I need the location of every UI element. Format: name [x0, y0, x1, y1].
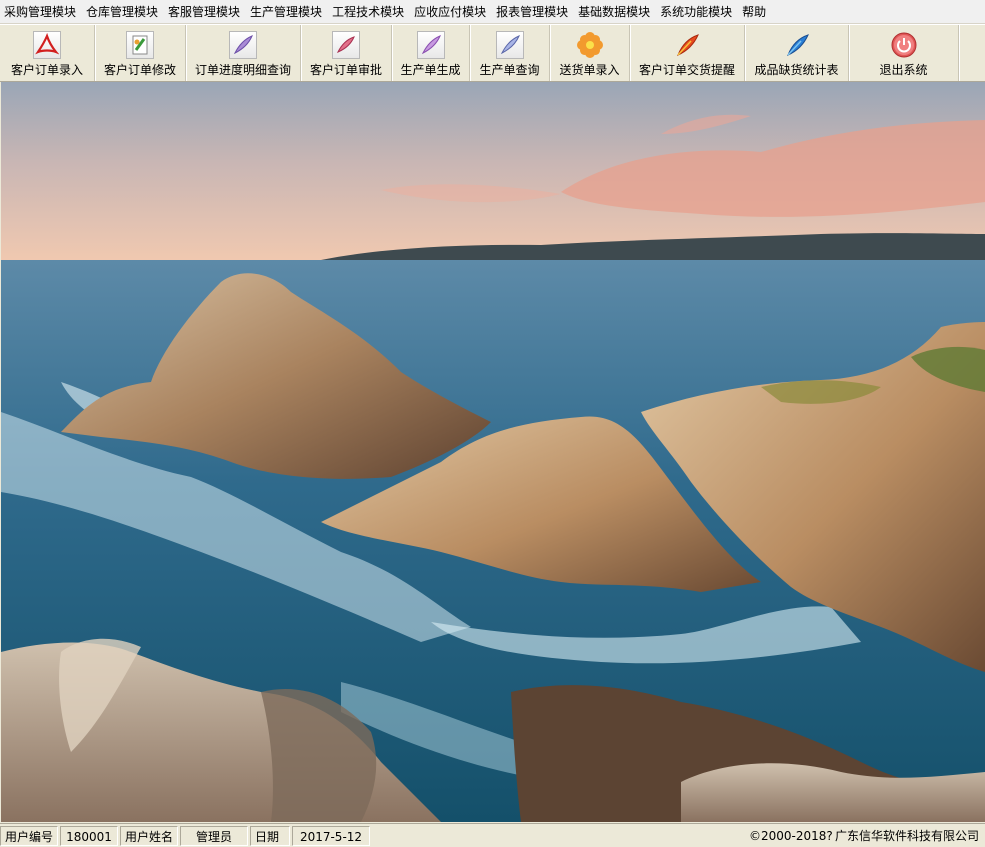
menu-customer-service[interactable]: 客服管理模块: [164, 0, 246, 24]
order-modify-label: 客户订单修改: [103, 62, 176, 77]
delivery-entry-label: 送货单录入: [559, 62, 620, 77]
order-entry-label: 客户订单录入: [10, 62, 83, 77]
status-bar: 用户编号 180001 用户姓名 管理员 日期 2017-5-12 ©2000-…: [0, 823, 985, 847]
production-order-create-button[interactable]: 生产单生成: [392, 25, 470, 81]
date-label: 日期: [250, 825, 290, 846]
toolbar: 客户订单录入 客户订单修改 订单进度明细查询 客户订单审批 生产单生成 生产单查…: [0, 24, 985, 82]
background-image: [1, 82, 985, 822]
exit-system-button[interactable]: 退出系统: [849, 25, 959, 81]
blue-feather-icon: [783, 31, 811, 59]
menu-help[interactable]: 帮助: [738, 0, 772, 24]
exit-system-label: 退出系统: [879, 62, 928, 77]
shortage-report-label: 成品缺货统计表: [754, 62, 839, 77]
menu-bar: 采购管理模块 仓库管理模块 客服管理模块 生产管理模块 工程技术模块 应收应付模…: [0, 0, 985, 24]
production-order-create-label: 生产单生成: [400, 62, 461, 77]
menu-production[interactable]: 生产管理模块: [246, 0, 328, 24]
menu-base-data[interactable]: 基础数据模块: [574, 0, 656, 24]
production-order-query-button[interactable]: 生产单查询: [470, 25, 550, 81]
feather-document-icon: [416, 30, 445, 59]
power-icon: [890, 31, 918, 59]
user-name-value: 管理员: [180, 825, 248, 846]
order-modify-button[interactable]: 客户订单修改: [95, 25, 186, 81]
document-edit-icon: [126, 30, 154, 59]
order-progress-query-label: 订单进度明细查询: [194, 62, 291, 77]
order-approve-label: 客户订单审批: [309, 62, 382, 77]
flower-icon: [576, 31, 604, 59]
copyright-text: ©2000-2018?: [749, 828, 833, 843]
menu-system[interactable]: 系统功能模块: [656, 0, 738, 24]
menu-purchase[interactable]: 采购管理模块: [0, 0, 82, 24]
delivery-reminder-button[interactable]: 客户订单交货提醒: [630, 25, 745, 81]
order-progress-query-button[interactable]: 订单进度明细查询: [186, 25, 301, 81]
feather-document-icon: [229, 30, 257, 59]
delivery-reminder-label: 客户订单交货提醒: [638, 62, 735, 77]
delivery-entry-button[interactable]: 送货单录入: [550, 25, 630, 81]
order-approve-button[interactable]: 客户订单审批: [301, 25, 392, 81]
order-entry-button[interactable]: 客户订单录入: [0, 25, 95, 81]
production-order-query-label: 生产单查询: [479, 62, 540, 77]
shortage-report-button[interactable]: 成品缺货统计表: [745, 25, 849, 81]
feather-icon: [673, 31, 701, 59]
menu-receivables-payables[interactable]: 应收应付模块: [410, 0, 492, 24]
menu-reports[interactable]: 报表管理模块: [492, 0, 574, 24]
approve-document-icon: [332, 30, 360, 59]
company-name: 广东信华软件科技有限公司: [835, 828, 980, 843]
menu-engineering[interactable]: 工程技术模块: [328, 0, 410, 24]
user-id-value: 180001: [60, 825, 118, 846]
pdf-icon: [33, 30, 61, 59]
feather-document-icon: [495, 30, 524, 59]
user-name-label: 用户姓名: [120, 825, 178, 846]
user-id-label: 用户编号: [0, 825, 58, 846]
menu-warehouse[interactable]: 仓库管理模块: [82, 0, 164, 24]
date-value: 2017-5-12: [292, 825, 370, 846]
